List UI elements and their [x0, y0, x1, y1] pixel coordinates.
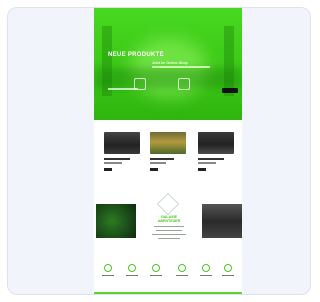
hero-subtitle: Jetzt im Online-Shop	[152, 61, 188, 65]
hero-button[interactable]	[222, 88, 238, 93]
section-image-left	[96, 204, 136, 238]
product-image-2[interactable]	[150, 132, 186, 154]
product-price-1	[104, 168, 112, 171]
section-image-right	[202, 204, 242, 238]
hero-banner: NEUE PRODUKTE Jetzt im Online-Shop	[94, 8, 242, 120]
feature-label-4	[176, 275, 188, 277]
section-title: GALAXIE ABENTEUER	[148, 215, 190, 223]
chat-icon	[224, 264, 232, 272]
product-image-1[interactable]	[104, 132, 140, 154]
diamond-logo-icon	[156, 192, 180, 216]
footer-banner	[94, 292, 242, 294]
feature-label-2	[126, 275, 138, 277]
feature-label-6	[222, 275, 234, 277]
product-price-3	[198, 168, 206, 171]
hero-icon-right	[178, 78, 190, 90]
feature-label-3	[150, 275, 162, 277]
globe-icon	[128, 264, 136, 272]
section-text-line-2	[156, 230, 182, 231]
product-price-2	[150, 168, 158, 171]
product-desc-1	[104, 162, 122, 164]
hero-icon-left	[134, 78, 146, 90]
section-title-line2: ABENTEUER	[157, 219, 181, 223]
location-icon	[178, 264, 186, 272]
page-thumbnail: NEUE PRODUKTE Jetzt im Online-Shop GALAX…	[94, 8, 242, 294]
product-caption-3	[198, 158, 224, 160]
section-text-line-4	[158, 238, 180, 239]
hero-underline	[152, 66, 210, 68]
feature-label-5	[200, 275, 212, 277]
product-caption-2	[150, 158, 174, 160]
product-image-3[interactable]	[198, 132, 234, 154]
trophy-icon	[152, 264, 160, 272]
box-icon	[202, 264, 210, 272]
hero-floor	[94, 68, 242, 88]
truck-icon	[104, 264, 112, 272]
hero-title: NEUE PRODUKTE	[108, 52, 164, 58]
section-text-line-1	[154, 226, 184, 227]
feature-label-1	[102, 275, 114, 277]
product-desc-3	[198, 162, 216, 164]
section-text-line-3	[152, 234, 186, 235]
product-caption-1	[104, 158, 130, 160]
preview-card[interactable]: NEUE PRODUKTE Jetzt im Online-Shop GALAX…	[7, 7, 311, 295]
product-desc-2	[150, 162, 166, 164]
